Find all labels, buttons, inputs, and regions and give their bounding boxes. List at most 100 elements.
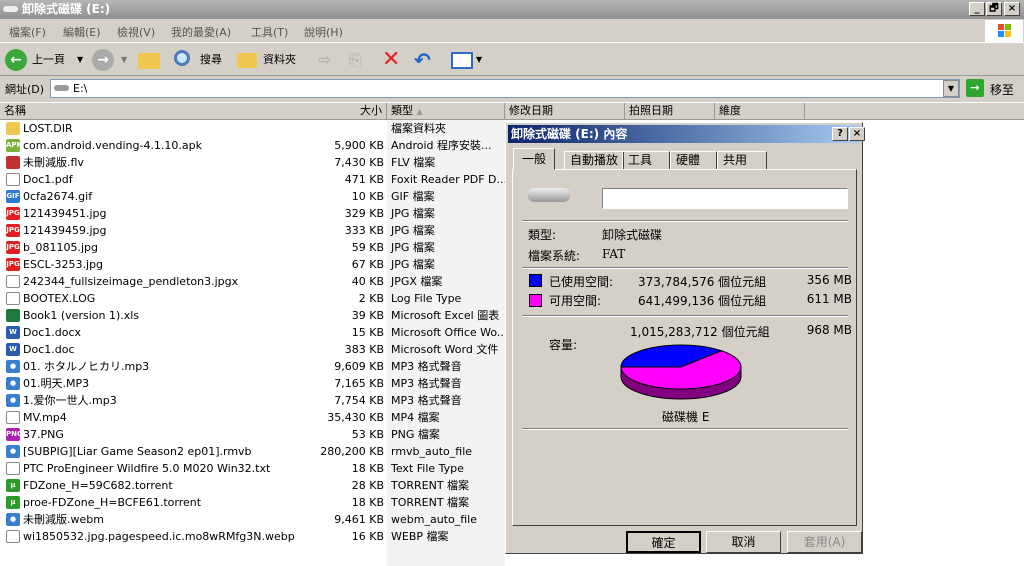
- file-row[interactable]: ● 01.明天.MP3 7,165 KB MP3 格式聲音: [4, 375, 504, 392]
- folder-up-icon[interactable]: [138, 53, 160, 69]
- tab-sharing[interactable]: 共用: [717, 151, 767, 170]
- doc-file-icon: W: [6, 343, 20, 356]
- file-row[interactable]: BOOTEX.LOG 2 KB Log File Type: [4, 290, 504, 307]
- column-header-dimensions[interactable]: 維度: [715, 103, 805, 120]
- restore-button[interactable]: 🗗: [986, 2, 1002, 16]
- back-button[interactable]: ← 上一頁 ▼: [5, 49, 85, 71]
- column-header-type[interactable]: 類型 ▲: [387, 103, 505, 120]
- tab-autoplay[interactable]: 自動播放: [564, 151, 625, 170]
- tab-hardware[interactable]: 硬體: [670, 151, 717, 170]
- minimize-button[interactable]: _: [969, 2, 985, 16]
- type-label: 類型:: [528, 228, 557, 242]
- file-row[interactable]: W Doc1.docx 15 KB Microsoft Office Wo...: [4, 324, 507, 341]
- file-row[interactable]: JPG ESCL-3253.jpg 67 KB JPG 檔案: [4, 256, 504, 273]
- generic-file-icon: [6, 292, 20, 305]
- jpg-file-icon: JPG: [6, 207, 20, 220]
- media-file-icon: ●: [6, 360, 20, 373]
- flv-file-icon: [6, 156, 20, 169]
- file-name: PTC ProEngineer Wildfire 5.0 M020 Win32.…: [23, 462, 271, 475]
- tab-general[interactable]: 一般: [513, 148, 556, 170]
- window-title: 卸除式磁碟 (E:): [22, 2, 111, 16]
- file-row[interactable]: MV.mp4 35,430 KB MP4 檔案: [4, 409, 504, 426]
- file-name: com.android.vending-4.1.10.apk: [23, 139, 203, 152]
- file-row[interactable]: Doc1.pdf 471 KB Foxit Reader PDF D...: [4, 171, 507, 188]
- file-type: JPG 檔案: [391, 207, 435, 220]
- file-size: 9,461 KB: [334, 513, 384, 526]
- file-row[interactable]: W Doc1.doc 383 KB Microsoft Word 文件: [4, 341, 504, 358]
- file-row[interactable]: ● [SUBPIG][Liar Game Season2 ep01].rmvb …: [4, 443, 504, 460]
- drive-icon: [54, 85, 69, 91]
- menu-help[interactable]: 說明(H): [304, 24, 343, 40]
- delete-icon[interactable]: ✕: [382, 49, 404, 71]
- move-to-icon[interactable]: ⇨: [318, 50, 340, 70]
- apply-button[interactable]: 套用(A): [787, 531, 862, 553]
- column-header-type-label: 類型: [391, 104, 413, 117]
- file-row[interactable]: PNG 37.PNG 53 KB PNG 檔案: [4, 426, 504, 443]
- search-button[interactable]: 搜尋: [174, 50, 229, 70]
- menu-file[interactable]: 檔案(F): [9, 24, 46, 40]
- file-size: 7,165 KB: [334, 377, 384, 390]
- menu-edit[interactable]: 編輯(E): [63, 24, 101, 40]
- file-row[interactable]: JPG 121439459.jpg 333 KB JPG 檔案: [4, 222, 504, 239]
- file-row[interactable]: wi1850532.jpg.pagespeed.ic.mo8wRMfg3N.we…: [4, 528, 504, 545]
- file-type: PNG 檔案: [391, 428, 440, 441]
- file-name: 121439459.jpg: [23, 224, 107, 237]
- file-row[interactable]: ● 01. ホタルノヒカリ.mp3 9,609 KB MP3 格式聲音: [4, 358, 504, 375]
- file-row[interactable]: APK com.android.vending-4.1.10.apk 5,900…: [4, 137, 504, 154]
- help-button[interactable]: ?: [832, 127, 848, 141]
- file-name: 1.爱你一世人.mp3: [23, 394, 117, 407]
- column-header-filler: [805, 103, 1024, 120]
- file-row[interactable]: ● 未刪減版.webm 9,461 KB webm_auto_file: [4, 511, 504, 528]
- address-dropdown-button[interactable]: ▼: [943, 80, 959, 97]
- go-button[interactable]: → 移至: [966, 79, 1022, 98]
- file-row[interactable]: PTC ProEngineer Wildfire 5.0 M020 Win32.…: [4, 460, 504, 477]
- column-header-size[interactable]: 大小: [300, 103, 387, 120]
- file-name: b_081105.jpg: [23, 241, 98, 254]
- file-name: wi1850532.jpg.pagespeed.ic.mo8wRMfg3N.we…: [23, 530, 295, 543]
- file-row[interactable]: 未刪減版.flv 7,430 KB FLV 檔案: [4, 154, 504, 171]
- menu-view[interactable]: 檢視(V): [117, 24, 155, 40]
- file-row[interactable]: JPG b_081105.jpg 59 KB JPG 檔案: [4, 239, 504, 256]
- file-row[interactable]: 242344_fullsizeimage_pendleton3.jpgx 40 …: [4, 273, 504, 290]
- free-space-label: 可用空間:: [549, 294, 602, 308]
- xls-file-icon: [6, 309, 20, 322]
- column-header-date-taken[interactable]: 拍照日期: [625, 103, 715, 120]
- file-row[interactable]: µ FDZone_H=59C682.torrent 28 KB TORRENT …: [4, 477, 504, 494]
- dialog-title: 卸除式磁碟 (E:) 內容: [511, 127, 628, 141]
- menu-favorites[interactable]: 我的最愛(A): [171, 24, 231, 40]
- used-space-bytes: 373,784,576 個位元組: [638, 275, 767, 289]
- file-row[interactable]: LOST.DIR 檔案資料夾: [4, 120, 504, 137]
- undo-icon[interactable]: ↶: [414, 50, 436, 70]
- file-row[interactable]: ● 1.爱你一世人.mp3 7,754 KB MP3 格式聲音: [4, 392, 504, 409]
- doc-file-icon: W: [6, 326, 20, 339]
- file-name: proe-FDZone_H=BCFE61.torrent: [23, 496, 202, 509]
- menu-tools[interactable]: 工具(T): [251, 24, 288, 40]
- divider: [522, 315, 848, 317]
- address-input[interactable]: E:\ ▼: [50, 79, 960, 98]
- file-type: Android 程序安裝...: [391, 139, 492, 152]
- forward-button[interactable]: → ▼: [92, 49, 130, 71]
- column-header-modified[interactable]: 修改日期: [505, 103, 625, 120]
- file-type: Log File Type: [391, 292, 462, 305]
- file-name: 37.PNG: [23, 428, 64, 441]
- file-type: Microsoft Word 文件: [391, 343, 499, 356]
- used-space-label: 已使用空間:: [549, 275, 614, 289]
- file-row[interactable]: Book1 (version 1).xls 39 KB Microsoft Ex…: [4, 307, 504, 324]
- cancel-button[interactable]: 取消: [706, 531, 781, 553]
- file-row[interactable]: µ proe-FDZone_H=BCFE61.torrent 18 KB TOR…: [4, 494, 504, 511]
- file-row[interactable]: GIF 0cfa2674.gif 10 KB GIF 檔案: [4, 188, 504, 205]
- ok-button[interactable]: 確定: [626, 531, 701, 553]
- gif-file-icon: GIF: [6, 190, 20, 203]
- file-row[interactable]: JPG 121439451.jpg 329 KB JPG 檔案: [4, 205, 504, 222]
- copy-to-icon[interactable]: ⎘: [349, 50, 371, 70]
- used-space-color-swatch: [529, 274, 542, 287]
- generic-file-icon: [6, 411, 20, 424]
- dialog-close-button[interactable]: ×: [849, 127, 865, 141]
- tab-tools[interactable]: 工具: [622, 151, 670, 170]
- close-button[interactable]: ×: [1004, 2, 1020, 16]
- file-size: 333 KB: [344, 224, 384, 237]
- drive-label-input[interactable]: [602, 188, 848, 209]
- file-size: 10 KB: [351, 190, 384, 203]
- folders-button[interactable]: 資料夾: [237, 50, 303, 70]
- views-button[interactable]: ▼: [451, 50, 485, 70]
